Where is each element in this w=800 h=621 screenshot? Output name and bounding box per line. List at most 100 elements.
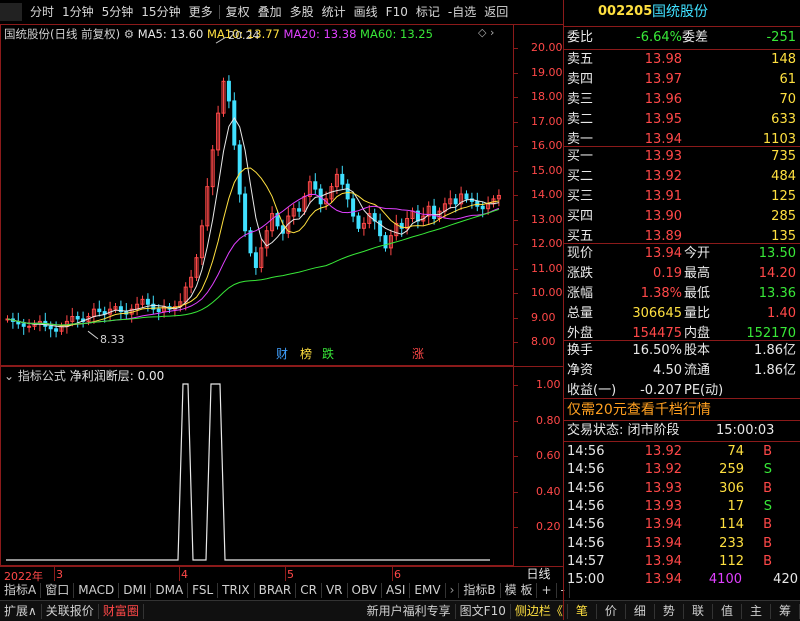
tick-direction: S bbox=[763, 498, 772, 514]
indicator-tab-right[interactable]: + bbox=[537, 582, 557, 598]
indicator-tab[interactable]: TRIX bbox=[218, 582, 255, 598]
tick-price: 13.92 bbox=[644, 444, 682, 459]
candle-body bbox=[48, 325, 53, 330]
tick-price: 13.93 bbox=[644, 498, 682, 514]
toolbar-button[interactable]: 复权 bbox=[222, 0, 254, 24]
quote-stat-row: 涨幅 1.38% 最低 13.36 bbox=[564, 284, 800, 304]
candle-body bbox=[145, 298, 150, 305]
fundamental-label: 换手 bbox=[567, 343, 594, 358]
event-marker[interactable]: 财 bbox=[276, 347, 288, 361]
indicator-svg bbox=[6, 383, 490, 561]
event-marker[interactable]: 涨 bbox=[412, 346, 424, 361]
toolbar-button[interactable]: 15分钟 bbox=[137, 0, 184, 24]
low-price-label: 8.33 bbox=[100, 333, 125, 346]
price-tick bbox=[514, 219, 518, 221]
toolbar-button[interactable]: 分时 bbox=[26, 0, 58, 24]
sell-level-label: 卖二 bbox=[567, 112, 594, 127]
bottom-left-item[interactable]: 财富圈 bbox=[99, 603, 144, 619]
quote-panel: 002205 国统股份 委比 -6.64% 委差 -251 卖五 13.98 148 卖四 13… bbox=[563, 0, 800, 620]
indicator-tab[interactable]: FSL bbox=[188, 582, 219, 598]
indicator-tab-right[interactable]: 指标B bbox=[459, 582, 501, 598]
fundamental-label: 股本 bbox=[684, 343, 711, 358]
candle-body bbox=[253, 252, 258, 269]
sell-level-row: 卖三 13.96 70 bbox=[564, 90, 800, 110]
price-tick-label: 13.00 bbox=[531, 212, 563, 226]
indicator-tab[interactable]: DMI bbox=[119, 582, 152, 598]
indicator-tab[interactable]: OBV bbox=[348, 582, 383, 598]
tick-time: 14:56 bbox=[567, 462, 605, 478]
event-marker[interactable]: 榜 bbox=[300, 346, 312, 361]
toolbar-button[interactable]: 多股 bbox=[286, 0, 318, 24]
commission-row: 委比 -6.64% 委差 -251 bbox=[564, 28, 800, 48]
price-axis: 20.00 19.00 18.00 17.00 16.00 15.00 14.00 13.00… bbox=[514, 24, 563, 366]
toolbar-button[interactable]: F10 bbox=[382, 0, 412, 24]
indicator-tab[interactable]: 指标A bbox=[0, 582, 42, 598]
bottom-mid-item[interactable]: 新用户福利专享 bbox=[363, 603, 456, 619]
toolbar-button[interactable]: 5分钟 bbox=[98, 0, 138, 24]
toolbar-button[interactable]: 标记 bbox=[412, 0, 444, 24]
buy-price: 13.90 bbox=[644, 209, 682, 224]
stat-label: 涨幅 bbox=[567, 286, 594, 301]
indicator-tab[interactable]: VR bbox=[322, 582, 348, 598]
sell-volume: 148 bbox=[771, 52, 796, 67]
quote-stat-row: 总量 306645 量比 1.40 bbox=[564, 304, 800, 324]
price-tick-label: 12.00 bbox=[531, 237, 563, 250]
tab-scroll-right-icon[interactable]: › bbox=[446, 582, 460, 598]
indicator-tick-label: 1.00 bbox=[536, 378, 561, 391]
indicator-tab[interactable]: MACD bbox=[74, 582, 120, 598]
indicator-tab[interactable]: BRAR bbox=[255, 582, 297, 598]
app-logo-icon bbox=[0, 3, 22, 21]
indicator-tab-right[interactable]: 模 板 bbox=[501, 582, 538, 598]
bottom-left-item[interactable]: 关联报价 bbox=[42, 603, 99, 619]
buy-level-row: 买二 13.92 484 bbox=[564, 167, 800, 187]
toolbar-button[interactable]: 统计 bbox=[318, 0, 350, 24]
price-tick-label: 15.00 bbox=[531, 163, 563, 177]
high-pointer bbox=[215, 36, 227, 44]
indicator-line bbox=[6, 383, 490, 561]
tick-price: 13.94 bbox=[644, 535, 682, 551]
stat-label: 现价 bbox=[567, 246, 594, 261]
bottom-mid-item[interactable]: 侧边栏《 bbox=[511, 603, 568, 619]
commission-diff: -251 bbox=[766, 30, 796, 45]
ma20-line bbox=[7, 193, 500, 326]
candle-body bbox=[21, 323, 26, 327]
buy-price: 13.92 bbox=[644, 169, 682, 184]
tick-price: 13.94 bbox=[644, 572, 682, 588]
bottom-left-item[interactable]: 扩展∧ bbox=[0, 603, 42, 619]
indicator-axis: 1.00 0.80 0.60 0.40 0.20 bbox=[514, 366, 563, 566]
bottom-mid-item[interactable]: 图文F10 bbox=[456, 603, 511, 619]
event-marker[interactable]: 跌 bbox=[322, 346, 334, 361]
sell-level-row: 卖四 13.97 61 bbox=[564, 70, 800, 90]
promo-link[interactable]: 仅需20元查看千档行情 bbox=[567, 400, 711, 420]
toolbar-button[interactable]: 返回 bbox=[480, 0, 512, 24]
tick-volume: 259 bbox=[719, 462, 744, 478]
tick-row: 14:56 13.92 259 S bbox=[564, 460, 800, 480]
indicator-tab[interactable]: 窗口 bbox=[41, 582, 75, 598]
tick-volume: 17 bbox=[727, 498, 744, 514]
tick-time: 14:56 bbox=[567, 444, 605, 459]
buy-volume: 125 bbox=[771, 189, 796, 204]
candle-body bbox=[345, 183, 350, 200]
buy-level-label: 买二 bbox=[567, 169, 594, 184]
tick-price: 13.92 bbox=[644, 462, 682, 478]
indicator-tab[interactable]: DMA bbox=[151, 582, 189, 598]
tick-row: 15:00 13.94 4100 420 bbox=[564, 570, 800, 590]
x-axis-month: 5 bbox=[287, 568, 294, 581]
toolbar-button[interactable]: 叠加 bbox=[254, 0, 286, 24]
sell-level-row: 卖五 13.98 148 bbox=[564, 50, 800, 70]
indicator-tab[interactable]: CR bbox=[296, 582, 322, 598]
candle-body bbox=[340, 173, 345, 185]
stock-header: 002205 国统股份 bbox=[564, 2, 800, 22]
ma10-line bbox=[7, 167, 499, 327]
indicator-tab[interactable]: EMV bbox=[410, 582, 446, 598]
toolbar-button[interactable]: 画线 bbox=[350, 0, 382, 24]
toolbar-button[interactable]: -自选 bbox=[444, 0, 480, 24]
indicator-tab[interactable]: ASI bbox=[382, 582, 411, 598]
quote-stat-row: 涨跌 0.19 最高 14.20 bbox=[564, 264, 800, 284]
stat-value: 13.94 bbox=[644, 246, 682, 261]
toolbar-button[interactable]: 1分钟 bbox=[58, 0, 98, 24]
fundamental-row: 净资 4.50 流通 1.86亿 bbox=[564, 361, 800, 381]
period-label[interactable]: 日线 bbox=[514, 566, 563, 582]
toolbar-button[interactable]: 更多 bbox=[185, 0, 217, 24]
candle-body bbox=[226, 80, 231, 102]
